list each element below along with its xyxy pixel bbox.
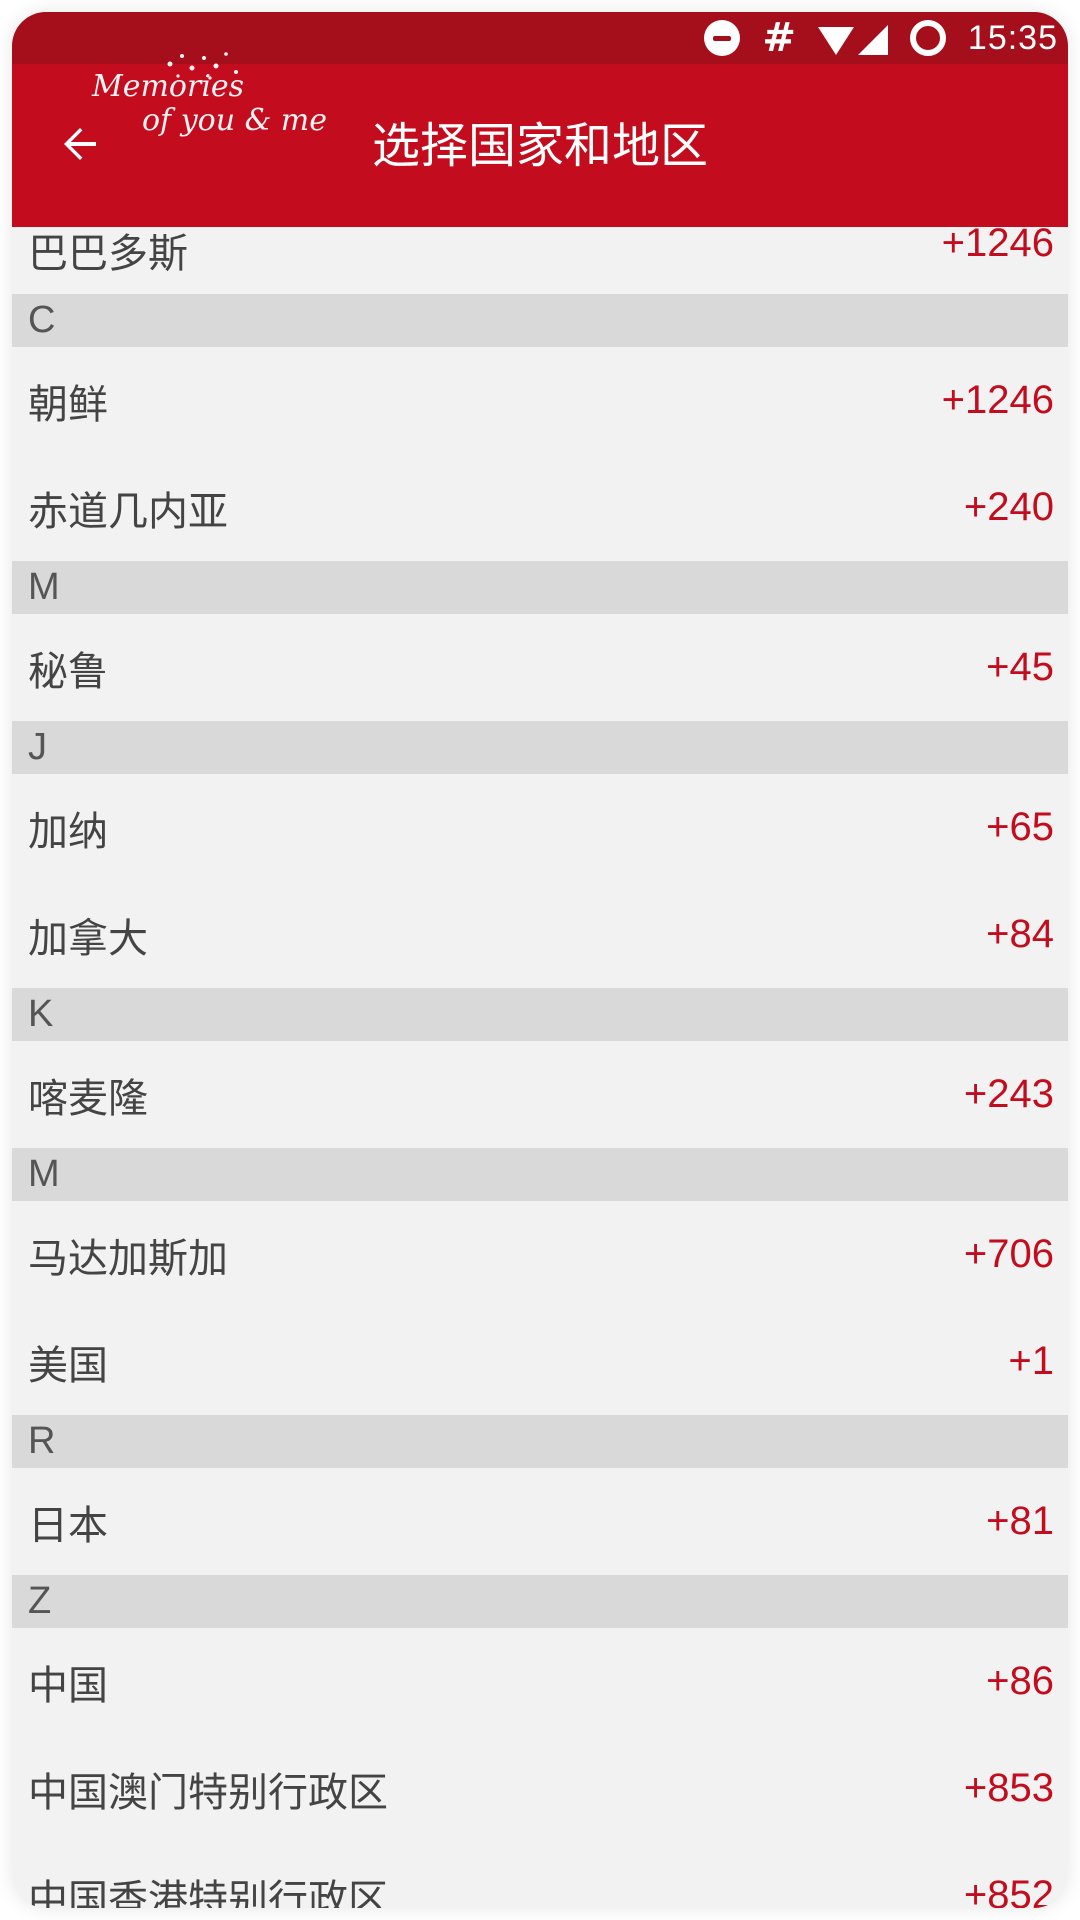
country-name: 马达加斯加 — [28, 1235, 228, 1282]
arrow-left-icon — [64, 128, 96, 160]
list-item[interactable]: 中国香港特别行政区 +852 — [12, 1842, 1068, 1908]
dial-code: +852 — [963, 1873, 1054, 1908]
section-header: C — [12, 294, 1068, 347]
battery-icon — [909, 20, 946, 56]
dial-code: +1246 — [941, 378, 1054, 422]
status-time: 15:35 — [967, 18, 1058, 57]
country-list[interactable]: 巴巴多斯 +1246 C 朝鲜 +1246 赤道几内亚 +240 M 秘鲁 +45 J 加纳 +65… — [12, 221, 1068, 1908]
memories-watermark: Memories of you & me — [92, 52, 328, 138]
dial-code: +84 — [986, 912, 1054, 956]
dial-code: +45 — [986, 645, 1054, 689]
dial-code: +86 — [986, 1659, 1054, 1703]
status-icons: # 15:35 — [704, 18, 1058, 58]
country-name: 巴巴多斯 — [28, 231, 188, 277]
country-name: 中国 — [28, 1662, 108, 1709]
list-item[interactable]: 加拿大 +84 — [12, 881, 1068, 988]
watermark-line-2: of you & me — [142, 103, 328, 138]
country-name: 加拿大 — [28, 915, 148, 962]
list-item-partial[interactable]: 巴巴多斯 +1246 — [12, 221, 1068, 294]
dial-code: +65 — [986, 805, 1054, 849]
country-name: 喀麦隆 — [28, 1075, 148, 1122]
country-name: 加纳 — [28, 808, 108, 855]
list-item[interactable]: 中国澳门特别行政区 +853 — [12, 1735, 1068, 1842]
country-name: 美国 — [28, 1342, 108, 1389]
dial-code: +853 — [963, 1766, 1054, 1810]
country-name: 中国澳门特别行政区 — [28, 1769, 388, 1816]
country-name: 秘鲁 — [28, 648, 108, 695]
back-button[interactable] — [40, 104, 120, 184]
list-item[interactable]: 喀麦隆 +243 — [12, 1041, 1068, 1148]
list-item[interactable]: 中国 +86 — [12, 1628, 1068, 1735]
do-not-disturb-icon — [704, 20, 741, 56]
section-header: K — [12, 988, 1068, 1041]
dial-code: +81 — [986, 1499, 1054, 1543]
list-item[interactable]: 美国 +1 — [12, 1308, 1068, 1415]
hash-icon: # — [762, 15, 796, 61]
section-header: M — [12, 1148, 1068, 1201]
section-header: J — [12, 721, 1068, 774]
sparkle-decoration-icon — [167, 52, 238, 80]
list-item[interactable]: 加纳 +65 — [12, 774, 1068, 881]
dial-code: +243 — [963, 1072, 1054, 1116]
country-name: 朝鲜 — [28, 381, 108, 428]
app-bar: Memories of you & me 选择国家和地区 — [12, 52, 1068, 227]
wifi-icon — [817, 27, 854, 55]
dial-code: +240 — [963, 485, 1054, 529]
dial-code: +1246 — [941, 221, 1054, 265]
dial-code: +1 — [1008, 1339, 1054, 1383]
phone-screen: # 15:35 Memories of you & me 选择国家和地区 巴巴多… — [12, 12, 1068, 1908]
section-header: R — [12, 1415, 1068, 1468]
list-item[interactable]: 日本 +81 — [12, 1468, 1068, 1575]
section-header: M — [12, 561, 1068, 614]
signal-icons — [817, 21, 888, 55]
country-name: 中国香港特别行政区 — [28, 1876, 388, 1909]
country-name: 赤道几内亚 — [28, 488, 228, 535]
dial-code: +706 — [963, 1232, 1054, 1276]
cell-signal-icon — [857, 25, 888, 55]
list-item[interactable]: 赤道几内亚 +240 — [12, 454, 1068, 561]
country-name: 日本 — [28, 1502, 108, 1549]
list-item[interactable]: 马达加斯加 +706 — [12, 1201, 1068, 1308]
list-item[interactable]: 秘鲁 +45 — [12, 614, 1068, 721]
section-header: Z — [12, 1575, 1068, 1628]
list-item[interactable]: 朝鲜 +1246 — [12, 347, 1068, 454]
page-title: 选择国家和地区 — [372, 118, 709, 174]
